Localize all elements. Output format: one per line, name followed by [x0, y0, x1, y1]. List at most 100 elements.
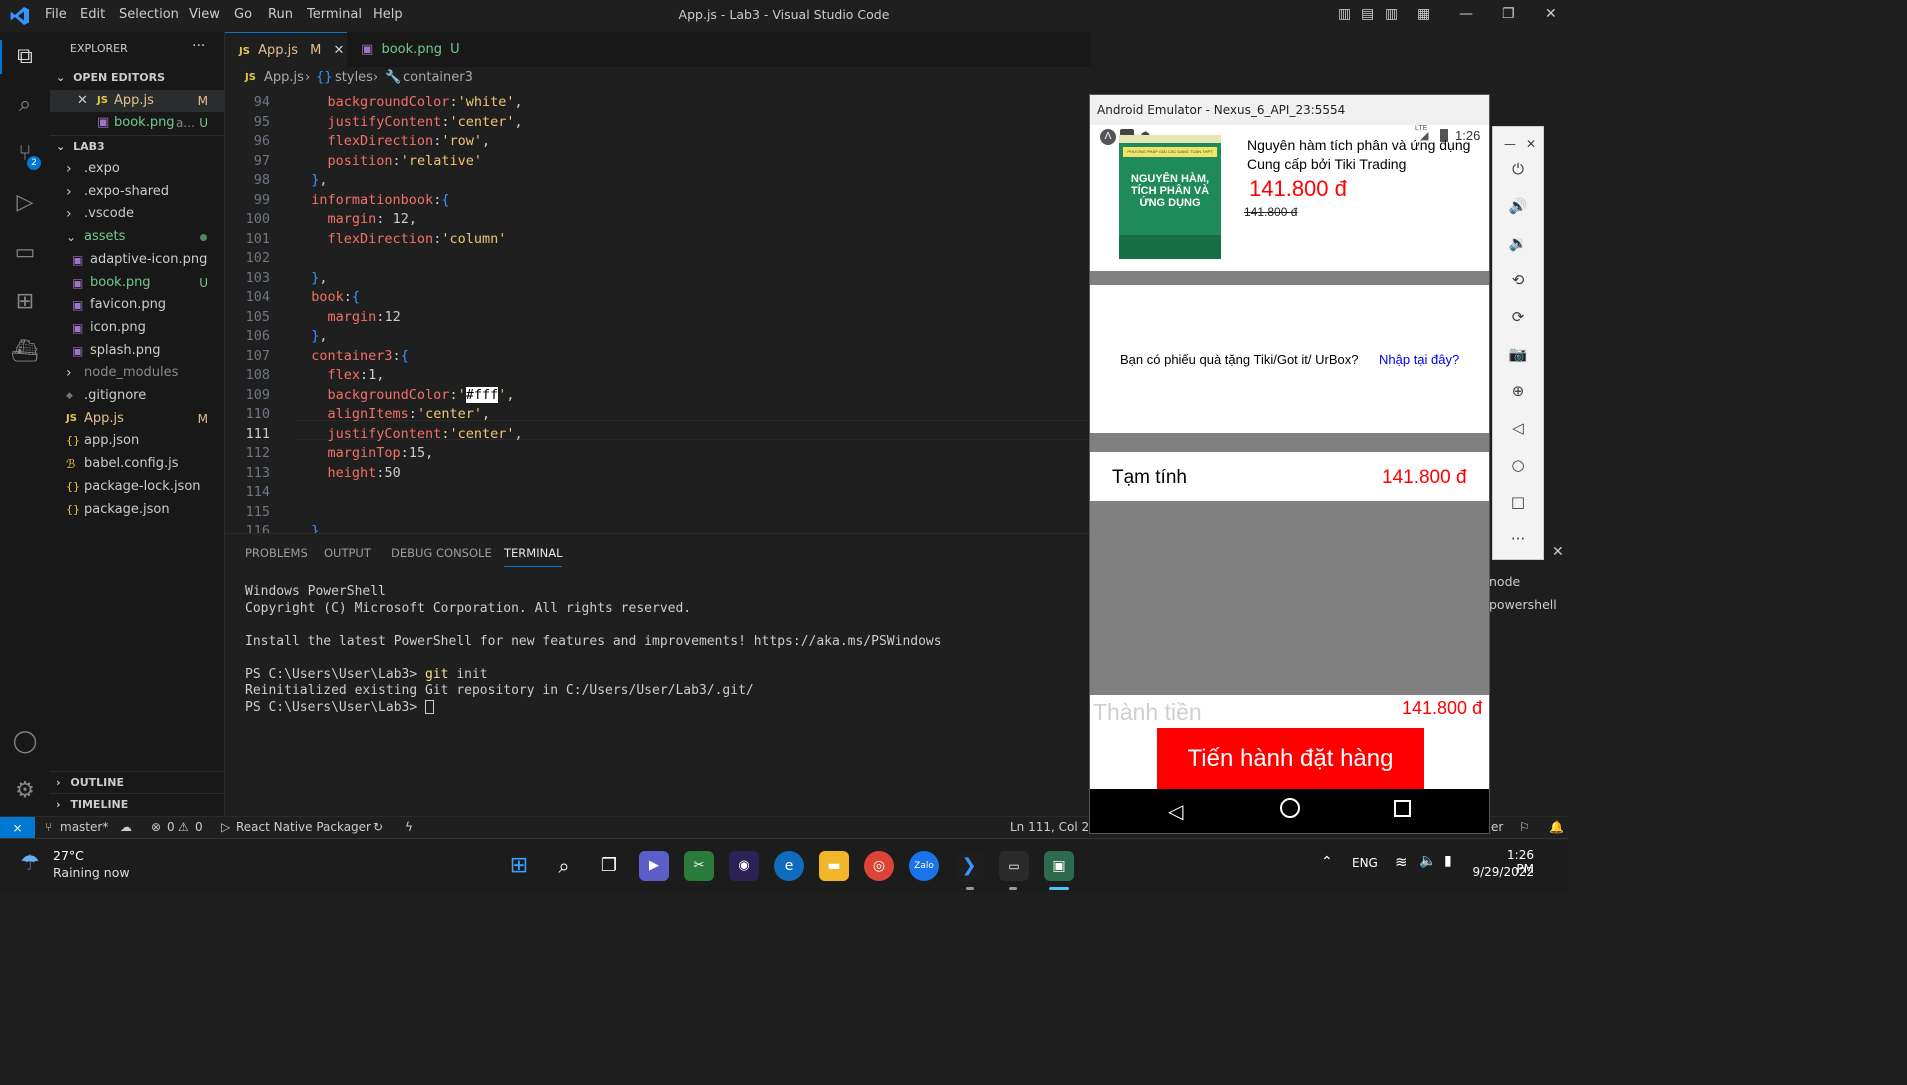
- close-window-icon[interactable]: ✕: [1545, 6, 1557, 22]
- back-icon[interactable]: ◁: [1507, 417, 1529, 439]
- wifi-icon[interactable]: ≋: [1395, 853, 1408, 871]
- code-line[interactable]: container3:{: [295, 348, 409, 364]
- eclipse-icon[interactable]: ◉: [729, 851, 759, 881]
- cursor-position[interactable]: Ln 111, Col 29: [1010, 820, 1097, 834]
- feedback-icon[interactable]: ⚐: [1519, 820, 1530, 834]
- more-actions-icon[interactable]: ···: [192, 38, 205, 54]
- open-editors-section[interactable]: ⌄ OPEN EDITORS: [50, 67, 225, 89]
- warning-count[interactable]: 0: [195, 820, 203, 834]
- home-icon[interactable]: ○: [1507, 454, 1529, 476]
- code-line[interactable]: backgroundColor:'white',: [295, 94, 523, 110]
- open-editor-item[interactable]: ▣ book.png a... U: [50, 112, 225, 134]
- snipping-tool-icon[interactable]: ✂: [684, 851, 714, 881]
- tree-item[interactable]: ℬbabel.config.js: [50, 453, 225, 475]
- close-icon[interactable]: ✕: [1520, 133, 1542, 155]
- task-view-icon[interactable]: ❐: [594, 851, 624, 881]
- clock-date[interactable]: 9/29/2022: [1470, 865, 1534, 879]
- docker-icon[interactable]: ⛴: [10, 337, 40, 367]
- sync-icon[interactable]: ☁: [120, 820, 132, 834]
- volume-down-icon[interactable]: 🔉: [1507, 232, 1529, 254]
- manage-gear-icon[interactable]: ⚙: [10, 776, 40, 806]
- chevron-up-icon[interactable]: ⌃: [1321, 854, 1333, 870]
- tab-terminal[interactable]: TERMINAL: [504, 546, 563, 567]
- code-line[interactable]: },: [295, 270, 327, 286]
- remote-icon[interactable]: ⨯: [0, 817, 35, 839]
- code-line[interactable]: },: [295, 328, 327, 344]
- extensions-icon[interactable]: ⊞: [10, 287, 40, 317]
- run-debug-icon[interactable]: ▷: [10, 188, 40, 218]
- error-count[interactable]: 0: [167, 820, 175, 834]
- volume-icon[interactable]: 🔈: [1419, 853, 1436, 869]
- customize-layout-icon[interactable]: ▦: [1417, 6, 1430, 22]
- back-icon[interactable]: ◁: [1168, 799, 1183, 823]
- tree-item[interactable]: › .vscode: [50, 203, 225, 225]
- timeline-section[interactable]: › TIMELINE: [50, 793, 225, 815]
- close-icon[interactable]: ✕: [334, 43, 345, 58]
- code-line[interactable]: informationbook:{: [295, 192, 449, 208]
- code-line[interactable]: marginTop:15,: [295, 445, 434, 461]
- outline-section[interactable]: › OUTLINE: [50, 771, 225, 793]
- tab-problems[interactable]: PROBLEMS: [245, 546, 308, 560]
- breadcrumb-styles[interactable]: styles: [335, 67, 373, 89]
- minimize-icon[interactable]: —: [1499, 133, 1521, 155]
- tab-debug-console[interactable]: DEBUG CONSOLE: [391, 546, 492, 560]
- notifications-bell-icon[interactable]: 🔔: [1549, 820, 1564, 834]
- search-icon[interactable]: ⌕: [549, 851, 579, 881]
- tree-item[interactable]: ▣ favicon.png: [50, 294, 225, 316]
- code-line[interactable]: position:'relative': [295, 153, 482, 169]
- tab-app-js[interactable]: JS App.js M ✕: [225, 32, 347, 67]
- search-icon[interactable]: ⌕: [10, 90, 40, 120]
- restore-icon[interactable]: ❐: [1502, 6, 1515, 22]
- tab-book-png[interactable]: ▣ book.png U: [347, 32, 467, 67]
- checkout-button[interactable]: Tiến hành đặt hàng: [1157, 728, 1424, 789]
- tree-item[interactable]: › node_modules: [50, 362, 225, 384]
- tree-item[interactable]: {} app.json: [50, 430, 225, 452]
- zalo-icon[interactable]: Zalo: [909, 851, 939, 881]
- input-language[interactable]: ENG: [1352, 856, 1378, 870]
- weather-temp[interactable]: 27°C: [53, 848, 84, 863]
- home-icon[interactable]: [1280, 798, 1300, 818]
- tree-item[interactable]: › .expo-shared: [50, 181, 225, 203]
- tree-item[interactable]: JS App.js M: [50, 408, 225, 430]
- vscode-taskbar-icon[interactable]: ❯: [954, 851, 984, 881]
- terminal-output[interactable]: Windows PowerShell Copyright (C) Microsof…: [245, 584, 942, 716]
- code-line[interactable]: flexDirection:'column': [295, 231, 507, 247]
- rotate-left-icon[interactable]: ⟲: [1507, 269, 1529, 291]
- react-native-packager[interactable]: React Native Packager: [236, 820, 371, 834]
- explorer-icon[interactable]: ⧉: [10, 42, 40, 72]
- emulator-taskbar-icon[interactable]: ▣: [1044, 851, 1074, 881]
- breadcrumb-container3[interactable]: container3: [403, 67, 473, 89]
- code-line[interactable]: },: [295, 172, 327, 188]
- tree-item[interactable]: ▣ adaptive-icon.png: [50, 249, 225, 271]
- breadcrumb-file[interactable]: App.js: [264, 67, 304, 89]
- code-line[interactable]: backgroundColor:'#fff',: [295, 386, 515, 403]
- voucher-link[interactable]: Nhập tại đây?: [1379, 352, 1459, 367]
- refresh-icon[interactable]: ↻: [373, 820, 383, 834]
- chrome-icon[interactable]: ◎: [864, 851, 894, 881]
- tree-item[interactable]: {} package-lock.json: [50, 476, 225, 498]
- open-editor-item[interactable]: ✕ JS App.js M: [50, 90, 225, 112]
- close-panel-icon[interactable]: ✕: [1552, 544, 1564, 560]
- remote-explorer-icon[interactable]: ▭: [10, 238, 40, 268]
- zoom-icon[interactable]: ⊕: [1507, 380, 1529, 402]
- lightning-icon[interactable]: ϟ: [405, 820, 413, 834]
- tree-item[interactable]: ▣ splash.png: [50, 340, 225, 362]
- accounts-icon[interactable]: ◯: [10, 727, 40, 757]
- code-line[interactable]: }: [295, 523, 319, 533]
- battery-icon[interactable]: ▮: [1444, 853, 1452, 869]
- overview-icon[interactable]: □: [1507, 491, 1529, 513]
- tree-item[interactable]: › .expo: [50, 158, 225, 180]
- code-line[interactable]: height:50: [295, 465, 401, 481]
- terminal-node[interactable]: node: [1489, 574, 1520, 589]
- toggle-panel-icon[interactable]: ▤: [1361, 6, 1374, 22]
- terminal-powershell[interactable]: powershell: [1489, 597, 1557, 612]
- book-cover[interactable]: PHƯƠNG PHÁP GIẢI CÁC DẠNG TOÁN THPT NGUY…: [1119, 135, 1221, 259]
- windows-start-icon[interactable]: ⊞: [504, 851, 534, 881]
- toggle-sidebar-icon[interactable]: ▥: [1338, 6, 1351, 22]
- camera-icon[interactable]: 📷: [1507, 343, 1529, 365]
- git-branch[interactable]: master*: [60, 820, 108, 834]
- weather-desc[interactable]: Raining now: [53, 865, 130, 880]
- tree-item[interactable]: {} package.json: [50, 499, 225, 521]
- code-editor[interactable]: 94 backgroundColor:'white', 95 justifyCon…: [225, 89, 1090, 533]
- more-icon[interactable]: ···: [1507, 528, 1529, 550]
